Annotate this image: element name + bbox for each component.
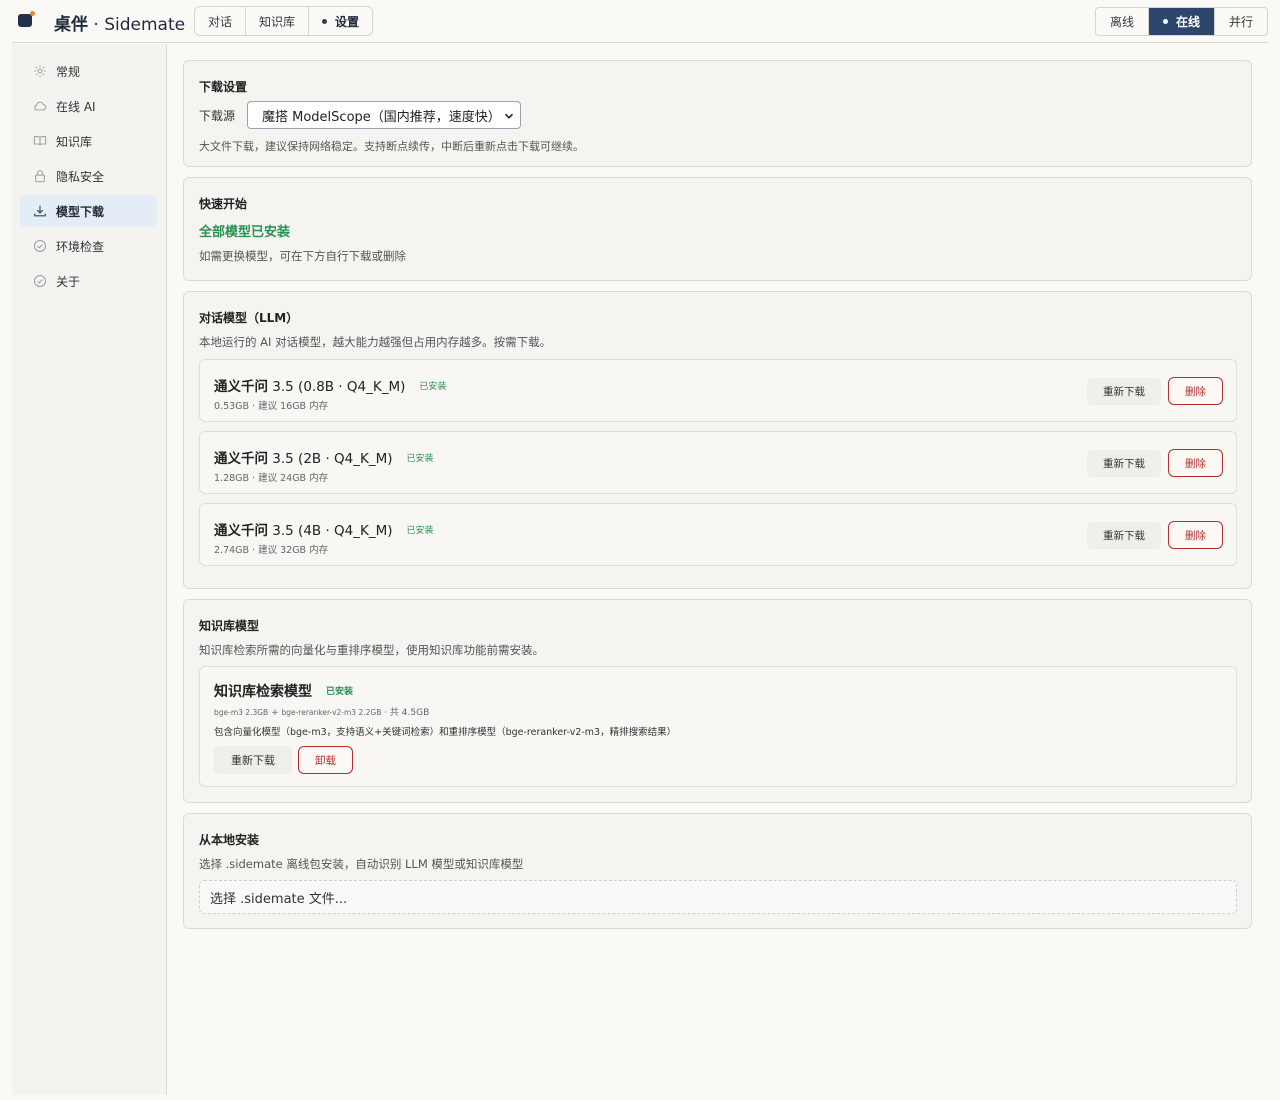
top-bar: 桌伴 · Sidemate 对话 知识库 设置 离线 在线 并行 bbox=[12, 0, 1268, 43]
redownload-button[interactable]: 重新下载 bbox=[214, 746, 292, 774]
delete-button[interactable]: 删除 bbox=[1168, 377, 1223, 405]
delete-button[interactable]: 删除 bbox=[1168, 449, 1223, 477]
section-title: 下载设置 bbox=[199, 80, 248, 94]
settings-sidebar: 常规 在线 AI 知识库 隐私安全 模型下载 环境检查 关于 bbox=[12, 44, 167, 1095]
kb-model-sizes: bge-m3 2.3GB + bge-reranker-v2-m3 2.2GB … bbox=[214, 708, 430, 718]
tab-chat[interactable]: 对话 bbox=[195, 7, 247, 35]
llm-desc: 本地运行的 AI 对话模型，越大能力越强但占用内存越多。按需下载。 bbox=[199, 335, 552, 349]
model-name: 通义千问 3.5 (2B · Q4_K_M) 已安装 bbox=[214, 451, 434, 467]
section-title: 从本地安装 bbox=[199, 833, 260, 847]
model-name: 通义千问 3.5 (4B · Q4_K_M) 已安装 bbox=[214, 523, 434, 539]
section-title: 对话模型（LLM） bbox=[199, 311, 299, 325]
download-source-label: 下载源 bbox=[199, 109, 236, 123]
model-meta: 2.74GB · 建议 32GB 内存 bbox=[214, 545, 329, 556]
check-circle-icon bbox=[33, 274, 47, 288]
model-row: 通义千问 3.5 (4B · Q4_K_M) 已安装 2.74GB · 建议 32… bbox=[199, 503, 1237, 566]
section-title: 快速开始 bbox=[199, 197, 248, 211]
installed-badge: 已安装 bbox=[326, 687, 354, 697]
local-install-desc: 选择 .sidemate 离线包安装，自动识别 LLM 模型或知识库模型 bbox=[199, 857, 524, 871]
kb-model-detail: 包含向量化模型（bge-m3，支持语义+关键词检索）和重排序模型（bge-rer… bbox=[214, 727, 677, 738]
installed-badge: 已安装 bbox=[419, 382, 447, 392]
lock-icon bbox=[33, 169, 47, 183]
mode-online-button[interactable]: 在线 bbox=[1148, 8, 1215, 35]
check-circle-icon bbox=[33, 239, 47, 253]
model-row: 通义千问 3.5 (2B · Q4_K_M) 已安装 1.28GB · 建议 24… bbox=[199, 431, 1237, 494]
mode-offline-button[interactable]: 离线 bbox=[1096, 8, 1149, 35]
quick-start-card: 快速开始 全部模型已安装 如需更换模型，可在下方自行下载或删除 bbox=[183, 177, 1252, 281]
kb-desc: 知识库检索所需的向量化与重排序模型，使用知识库功能前需安装。 bbox=[199, 643, 544, 657]
local-install-card: 从本地安装 选择 .sidemate 离线包安装，自动识别 LLM 模型或知识库… bbox=[183, 813, 1252, 929]
gear-icon bbox=[33, 64, 47, 78]
main-nav-tabs: 对话 知识库 设置 bbox=[194, 6, 374, 36]
download-settings-card: 下载设置 下载源 魔搭 ModelScope（国内推荐，速度快） 大文件下载，建… bbox=[183, 60, 1252, 167]
download-icon bbox=[33, 204, 47, 218]
sidebar-item-model-download[interactable]: 模型下载 bbox=[20, 195, 157, 227]
model-name: 通义千问 3.5 (0.8B · Q4_K_M) 已安装 bbox=[214, 379, 447, 395]
installed-badge: 已安装 bbox=[406, 526, 434, 536]
sidebar-item-about[interactable]: 关于 bbox=[20, 265, 157, 297]
redownload-button[interactable]: 重新下载 bbox=[1087, 522, 1161, 549]
all-installed-status: 全部模型已安装 bbox=[199, 225, 291, 240]
sidebar-item-general[interactable]: 常规 bbox=[20, 55, 157, 87]
sidebar-item-knowledge-base[interactable]: 知识库 bbox=[20, 125, 157, 157]
llm-models-card: 对话模型（LLM） 本地运行的 AI 对话模型，越大能力越强但占用内存越多。按需… bbox=[183, 291, 1252, 589]
active-dot-icon bbox=[322, 18, 328, 24]
tab-knowledge-base[interactable]: 知识库 bbox=[246, 7, 310, 35]
model-meta: 0.53GB · 建议 16GB 内存 bbox=[214, 401, 329, 412]
chevron-down-icon bbox=[504, 110, 514, 120]
kb-model-item: 知识库检索模型 已安装 bge-m3 2.3GB + bge-reranker-v… bbox=[199, 666, 1237, 787]
cloud-icon bbox=[33, 99, 47, 113]
book-icon bbox=[33, 134, 47, 148]
quick-start-note: 如需更换模型，可在下方自行下载或删除 bbox=[199, 249, 406, 263]
installed-badge: 已安装 bbox=[406, 454, 434, 464]
app-logo-icon bbox=[18, 11, 35, 27]
sidebar-item-env-check[interactable]: 环境检查 bbox=[20, 230, 157, 262]
delete-button[interactable]: 删除 bbox=[1168, 521, 1223, 549]
mode-parallel-button[interactable]: 并行 bbox=[1215, 8, 1267, 35]
download-note: 大文件下载，建议保持网络稳定。支持断点续传，中断后重新点击下载可继续。 bbox=[199, 140, 584, 153]
sidebar-item-online-ai[interactable]: 在线 AI bbox=[20, 90, 157, 122]
kb-models-card: 知识库模型 知识库检索所需的向量化与重排序模型，使用知识库功能前需安装。 知识库… bbox=[183, 599, 1252, 803]
mode-switch: 离线 在线 并行 bbox=[1094, 7, 1268, 36]
section-title: 知识库模型 bbox=[199, 619, 260, 633]
kb-model-name: 知识库检索模型 已安装 bbox=[214, 684, 354, 700]
download-source-select[interactable]: 魔搭 ModelScope（国内推荐，速度快） bbox=[247, 101, 521, 129]
tab-settings[interactable]: 设置 bbox=[309, 7, 372, 35]
model-row: 通义千问 3.5 (0.8B · Q4_K_M) 已安装 0.53GB · 建议 … bbox=[199, 359, 1237, 422]
file-picker[interactable]: 选择 .sidemate 文件... bbox=[199, 880, 1237, 914]
model-meta: 1.28GB · 建议 24GB 内存 bbox=[214, 473, 329, 484]
sidebar-item-privacy[interactable]: 隐私安全 bbox=[20, 160, 157, 192]
app-title: 桌伴 · Sidemate bbox=[54, 15, 186, 35]
redownload-button[interactable]: 重新下载 bbox=[1087, 450, 1161, 477]
active-dot-icon bbox=[1162, 19, 1168, 24]
redownload-button[interactable]: 重新下载 bbox=[1087, 378, 1161, 405]
uninstall-button[interactable]: 卸载 bbox=[298, 746, 353, 774]
